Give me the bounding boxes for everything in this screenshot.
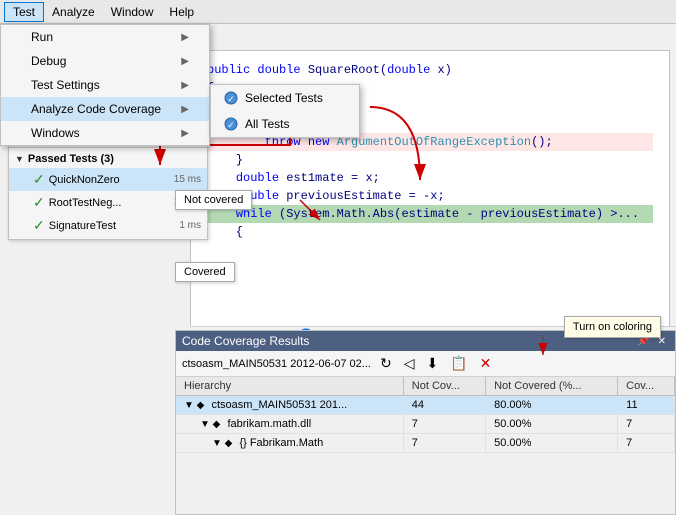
dropdown-debug[interactable]: Debug ▶ (1, 49, 209, 73)
copy-button[interactable]: 📋 (447, 354, 470, 373)
test-label: SignatureTest (49, 220, 116, 232)
arrow-icon: ▶ (181, 80, 189, 91)
pass-icon: ✓ (33, 217, 45, 234)
refresh-cov-button[interactable]: ↻ (377, 354, 395, 373)
arrow-icon: ▶ (181, 56, 189, 67)
test-label: QuickNonZero (49, 174, 120, 186)
dropdown-windows[interactable]: Windows ▶ (1, 121, 209, 145)
row-cov: 11 (618, 396, 675, 415)
coverage-table: Hierarchy Not Cov... Not Covered (%... C… (176, 377, 675, 453)
dropdown-run[interactable]: Run ▶ (1, 25, 209, 49)
menu-analyze[interactable]: Analyze (44, 3, 103, 21)
test-name: ✓ SignatureTest (33, 217, 116, 234)
row-not-cov: 7 (403, 415, 485, 434)
code-line: double previousEstimate = -x; (207, 187, 653, 205)
test-group-label: Passed Tests (3) (28, 153, 114, 165)
menu-help[interactable]: Help (161, 3, 202, 21)
test-name: ✓ RootTestNeg... (33, 194, 122, 211)
row-not-cov: 7 (403, 434, 485, 453)
test-group-passed[interactable]: ▼ Passed Tests (3) (9, 150, 207, 168)
row-not-cov-pct: 50.00% (486, 434, 618, 453)
test-time: 15 ms (174, 174, 201, 185)
test-time: 1 ms (179, 220, 201, 231)
row-icon: ▼ ◆ (184, 400, 204, 411)
coverage-row[interactable]: ▼ ◆ {} Fabrikam.Math 7 50.00% 7 (176, 434, 675, 453)
export-button[interactable]: ⬇ (423, 354, 441, 373)
close-cov-button[interactable]: ✕ (477, 354, 495, 373)
menu-window[interactable]: Window (103, 3, 162, 21)
coverage-panel: Code Coverage Results 📌 ✕ ctsoasm_MAIN50… (175, 330, 676, 515)
callout-turn-coloring: Turn on coloring (564, 316, 661, 338)
test-label: RootTestNeg... (49, 197, 122, 209)
code-line: { (207, 223, 653, 241)
coverage-toolbar: ctsoasm_MAIN50531 2012-06-07 02... ↻ ◁ ⬇… (176, 351, 675, 377)
test-name: ✓ QuickNonZero (33, 171, 120, 188)
row-cov: 7 (618, 415, 675, 434)
code-line: public double SquareRoot(double x) (207, 61, 653, 79)
not-covered-label: Not covered (184, 194, 243, 206)
code-line: } (207, 151, 653, 169)
expand-icon: ▼ (15, 154, 24, 164)
code-line: double est1mate = x; (207, 169, 653, 187)
back-button[interactable]: ◁ (401, 354, 418, 373)
row-icon: ▼ ◆ (212, 438, 232, 449)
coverage-submenu: ✓ Selected Tests ✓ All Tests (210, 84, 360, 138)
row-icon: ▼ ◆ (200, 419, 220, 430)
coverage-panel-title: Code Coverage Results (182, 334, 309, 348)
row-cov: 7 (618, 434, 675, 453)
dropdown-analyze-coverage[interactable]: Analyze Code Coverage ▶ (1, 97, 209, 121)
test-icon: ✓ (223, 90, 239, 106)
row-not-cov: 44 (403, 396, 485, 415)
svg-text:✓: ✓ (227, 94, 235, 104)
covered-label: Covered (184, 266, 226, 278)
turn-coloring-label: Turn on coloring (573, 321, 652, 333)
dropdown-test-settings[interactable]: Test Settings ▶ (1, 73, 209, 97)
callout-covered: Covered (175, 262, 235, 282)
row-hierarchy: ▼ ◆ ctsoasm_MAIN50531 201... (176, 396, 403, 415)
coverage-filename: ctsoasm_MAIN50531 2012-06-07 02... (182, 358, 371, 370)
coverage-row[interactable]: ▼ ◆ ctsoasm_MAIN50531 201... 44 80.00% 1… (176, 396, 675, 415)
row-hierarchy: ▼ ◆ {} Fabrikam.Math (176, 434, 403, 453)
submenu-all-tests[interactable]: ✓ All Tests (211, 111, 359, 137)
test-dropdown-menu: Run ▶ Debug ▶ Test Settings ▶ Analyze Co… (0, 24, 210, 146)
code-line-covered-green: while (System.Math.Abs(estimate - previo… (207, 205, 653, 223)
arrow-icon: ▶ (181, 104, 189, 115)
arrow-icon: ▶ (181, 32, 189, 43)
coverage-row[interactable]: ▼ ◆ fabrikam.math.dll 7 50.00% 7 (176, 415, 675, 434)
submenu-selected-label: Selected Tests (245, 91, 323, 105)
code-content: public double SquareRoot(double x) { if … (191, 51, 669, 251)
col-cov[interactable]: Cov... (618, 377, 675, 396)
submenu-selected-tests[interactable]: ✓ Selected Tests (211, 85, 359, 111)
col-hierarchy[interactable]: Hierarchy (176, 377, 403, 396)
menu-bar: Test Analyze Window Help (0, 0, 676, 24)
row-not-cov-pct: 50.00% (486, 415, 618, 434)
arrow-icon: ▶ (181, 128, 189, 139)
submenu-all-label: All Tests (245, 117, 289, 131)
row-hierarchy: ▼ ◆ fabrikam.math.dll (176, 415, 403, 434)
pass-icon: ✓ (33, 171, 45, 188)
svg-text:✓: ✓ (227, 120, 235, 130)
callout-not-covered: Not covered (175, 190, 252, 210)
test-icon: ✓ (223, 116, 239, 132)
row-not-cov-pct: 80.00% (486, 396, 618, 415)
test-item-quicknonzero[interactable]: ✓ QuickNonZero 15 ms (9, 168, 207, 191)
pass-icon: ✓ (33, 194, 45, 211)
test-item-signaturetest[interactable]: ✓ SignatureTest 1 ms (9, 214, 207, 237)
col-not-cov[interactable]: Not Cov... (403, 377, 485, 396)
menu-test[interactable]: Test (4, 2, 44, 22)
col-not-cov-pct[interactable]: Not Covered (%... (486, 377, 618, 396)
